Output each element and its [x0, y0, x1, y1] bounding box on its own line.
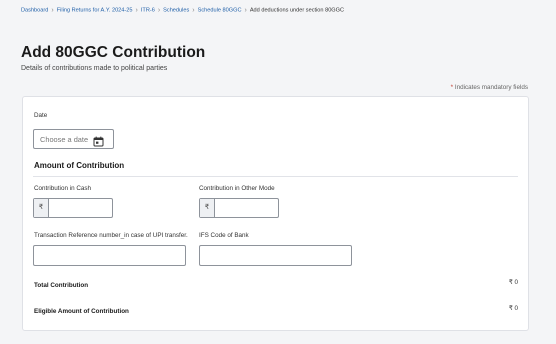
breadcrumb-schedule-80ggc[interactable]: Schedule 80GGC [198, 8, 242, 14]
amount-section-heading: Amount of Contribution [34, 161, 125, 170]
other-mode-contribution-input[interactable]: ₹ [199, 198, 279, 218]
mandatory-star: * [450, 84, 454, 91]
breadcrumb-filing-returns[interactable]: Filing Returns for A.Y. 2024-25 [57, 8, 133, 14]
other-mode-contribution-label: Contribution in Other Mode [199, 185, 275, 192]
date-label: Date [34, 112, 48, 119]
eligible-amount-label: Eligible Amount of Contribution [34, 308, 129, 315]
breadcrumb-separator: › [51, 7, 54, 14]
breadcrumb-separator: › [135, 7, 138, 14]
upi-reference-label: Transaction Reference number_in case of … [34, 232, 188, 239]
mandatory-fields-note: * Indicates mandatory fields [451, 84, 528, 91]
breadcrumb-separator: › [244, 7, 247, 14]
ifsc-label: IFS Code of Bank [199, 232, 249, 239]
total-contribution-value: ₹ 0 [508, 279, 518, 286]
breadcrumb-current: Add deductions under section 80GGC [249, 7, 345, 14]
date-placeholder: Choose a date [40, 135, 89, 144]
total-contribution-label: Total Contribution [34, 282, 89, 289]
page-title: Add 80GGC Contribution [21, 44, 206, 61]
breadcrumb-separator: › [157, 7, 161, 14]
page-subtitle: Details of contributions made to politic… [21, 65, 168, 72]
breadcrumb: Dashboard › Filing Returns for A.Y. 2024-2… [21, 7, 344, 14]
breadcrumb-dashboard[interactable]: Dashboard [21, 8, 48, 14]
date-picker-field[interactable]: Choose a date [33, 129, 114, 149]
breadcrumb-separator: › [192, 7, 195, 14]
calendar-icon[interactable] [93, 134, 104, 152]
upi-reference-input[interactable] [33, 245, 186, 266]
ifsc-input[interactable] [199, 245, 352, 266]
cash-contribution-input[interactable]: ₹ [33, 198, 113, 218]
cash-contribution-label: Contribution in Cash [34, 185, 92, 192]
breadcrumb-schedules[interactable]: Schedules [163, 8, 189, 14]
section-divider [33, 176, 518, 177]
mandatory-note-text: Indicates mandatory fields [454, 84, 528, 91]
rupee-prefix: ₹ [200, 199, 215, 217]
rupee-prefix: ₹ [34, 199, 49, 217]
contribution-form-card: Date Choose a date Amount of Contributio… [22, 96, 529, 331]
eligible-amount-value: ₹ 0 [508, 305, 518, 312]
breadcrumb-itr6[interactable]: ITR-6 [141, 8, 155, 14]
